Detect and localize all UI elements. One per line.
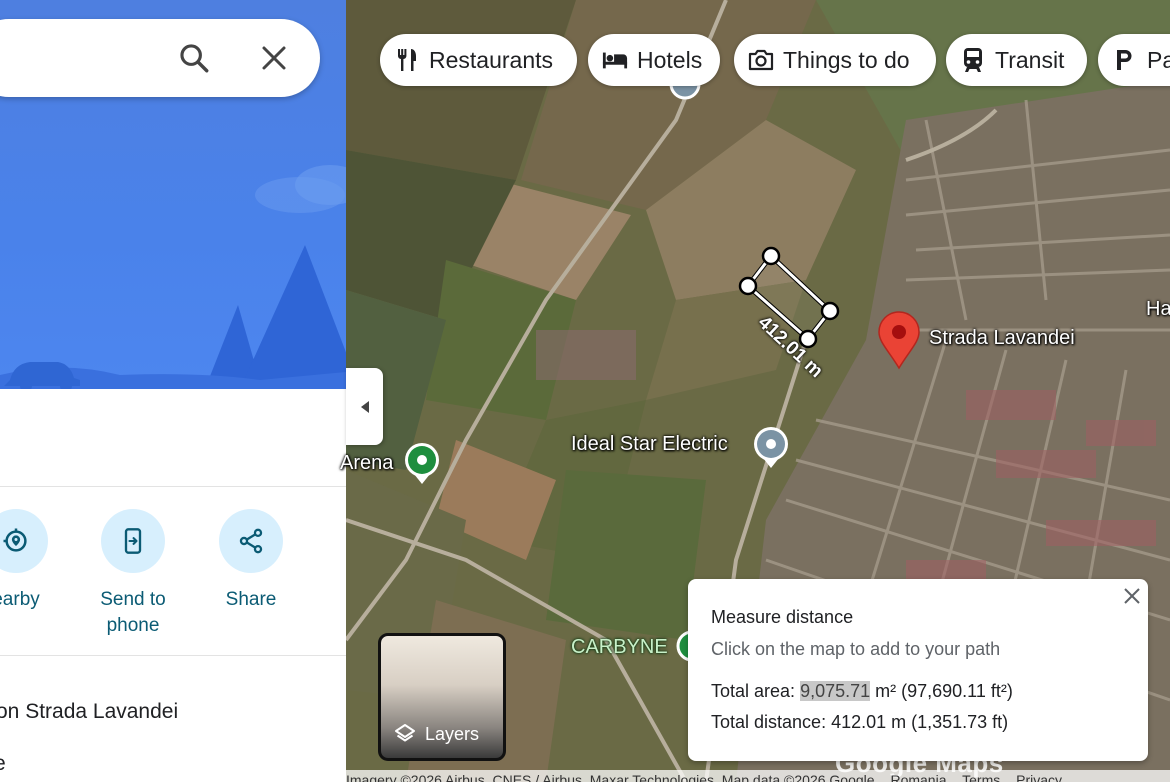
chip-restaurants-label: Restaurants xyxy=(429,46,554,73)
chip-parking[interactable]: Pa xyxy=(1098,34,1170,86)
layers-button[interactable]: Layers xyxy=(378,633,506,761)
layers-icon xyxy=(395,724,415,742)
map-footer: Imagery ©2026 Airbus, CNES / Airbus, Max… xyxy=(346,770,1170,782)
selected-place-pin[interactable] xyxy=(878,311,920,370)
place-label-carbyne[interactable]: CARBYNE xyxy=(571,636,668,659)
measure-vertex[interactable] xyxy=(738,276,758,296)
chip-transit[interactable]: Transit xyxy=(946,34,1087,86)
collapse-panel-button[interactable] xyxy=(346,368,383,445)
bed-icon xyxy=(602,47,628,73)
chip-things-to-do[interactable]: Things to do xyxy=(734,34,936,86)
camera-icon xyxy=(748,47,774,73)
caret-left-icon xyxy=(360,400,369,413)
measure-total-distance: Total distance: 412.01 m (1,351.73 ft) xyxy=(711,712,1009,732)
measure-vertex[interactable] xyxy=(820,301,840,321)
chip-parking-label: Pa xyxy=(1147,46,1170,73)
place-marker-arena[interactable] xyxy=(405,443,439,484)
layers-label: Layers xyxy=(425,723,480,744)
chip-hotels[interactable]: Hotels xyxy=(588,34,720,86)
terms-link[interactable]: Terms xyxy=(962,772,1000,782)
country-link[interactable]: Romania xyxy=(890,772,946,782)
measure-total-area: Total area: 9,075.71 m² (97,690.11 ft²) xyxy=(711,681,1013,702)
place-label-ideal-star[interactable]: Ideal Star Electric xyxy=(571,433,728,456)
chip-things-label: Things to do xyxy=(783,46,910,73)
place-marker-ideal-star[interactable] xyxy=(754,427,788,468)
chip-hotels-label: Hotels xyxy=(637,46,703,73)
chip-restaurants[interactable]: Restaurants xyxy=(380,34,577,86)
privacy-link[interactable]: Privacy xyxy=(1016,772,1062,782)
place-label-arena[interactable]: Arena xyxy=(340,452,393,475)
close-icon[interactable] xyxy=(1122,586,1142,606)
area-value[interactable]: 9,075.71 xyxy=(800,681,871,701)
measure-vertex[interactable] xyxy=(761,246,781,266)
fork-knife-icon xyxy=(394,47,420,73)
measure-title: Measure distance xyxy=(711,607,854,627)
parking-icon xyxy=(1112,47,1138,73)
place-label-strada[interactable]: Strada Lavandei xyxy=(929,327,1075,350)
measure-hint: Click on the map to add to your path xyxy=(711,639,1001,659)
measure-distance-card: Measure distance Click on the map to add… xyxy=(688,579,1148,761)
area-prefix: Total area: xyxy=(711,681,801,701)
place-label-ha[interactable]: Ha xyxy=(1146,298,1170,321)
imagery-attribution: Imagery ©2026 Airbus, CNES / Airbus, Max… xyxy=(346,772,875,782)
chip-transit-label: Transit xyxy=(995,46,1065,73)
area-suffix: m² (97,690.11 ft²) xyxy=(870,681,1013,701)
train-icon xyxy=(960,47,986,73)
